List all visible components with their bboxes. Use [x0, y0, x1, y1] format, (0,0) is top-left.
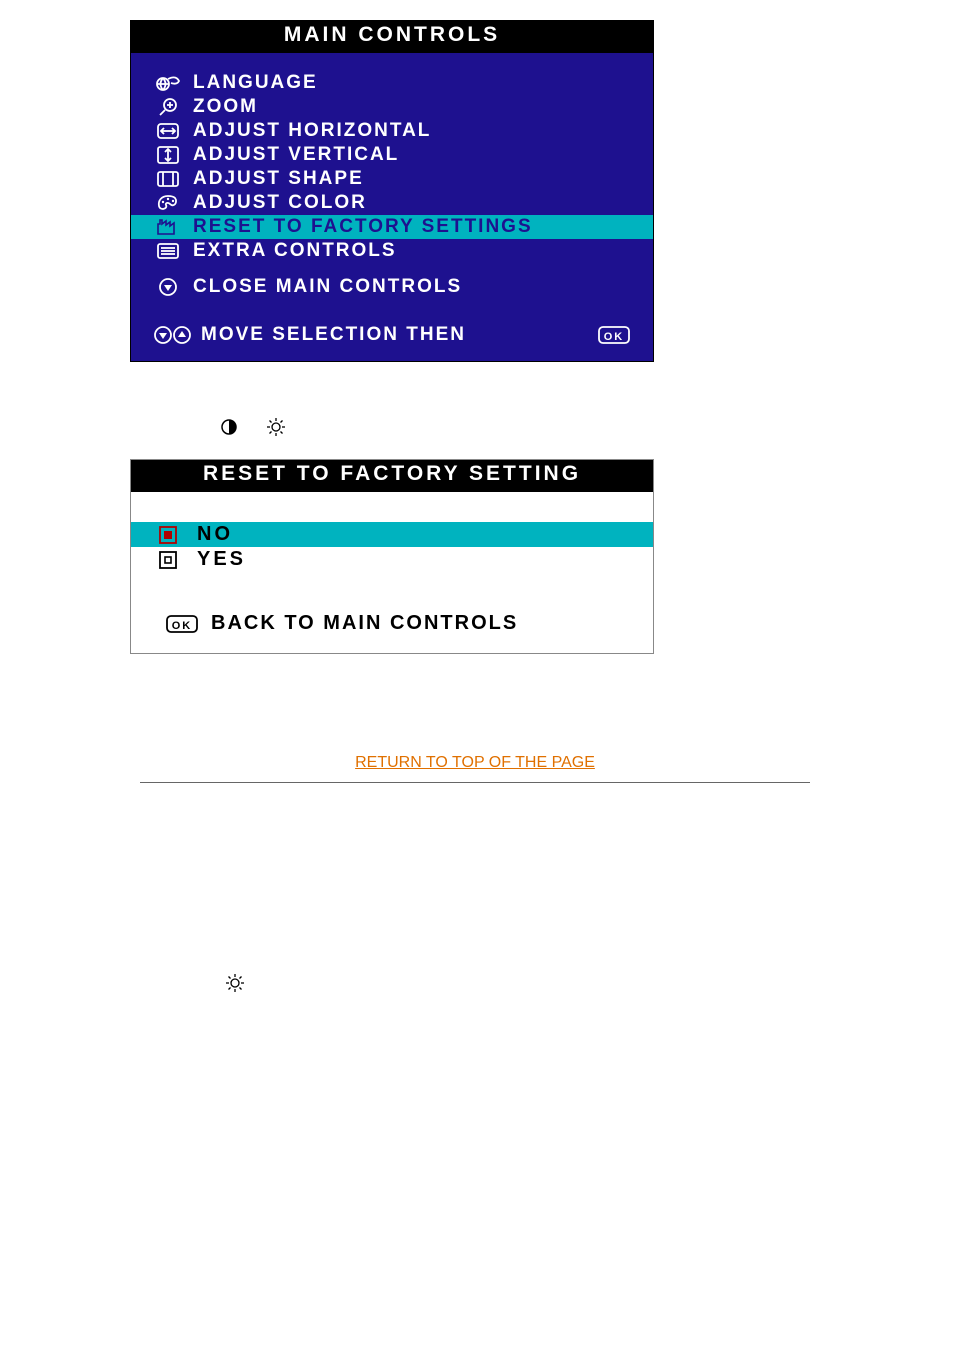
main-controls-footer: MOVE SELECTION THEN OK: [131, 299, 653, 361]
menu-item-adjust-vertical[interactable]: ADJUST VERTICAL: [131, 143, 653, 167]
menu-item-adjust-shape[interactable]: ADJUST SHAPE: [131, 167, 653, 191]
menu-item-reset-factory[interactable]: RESET TO FACTORY SETTINGS: [131, 215, 653, 239]
reset-osd: RESET TO FACTORY SETTING NO YES: [130, 459, 654, 654]
reset-title: RESET TO FACTORY SETTING: [131, 460, 653, 492]
return-link-row: RETURN TO TOP OF THE PAGE: [140, 754, 810, 783]
menu-label: ADJUST HORIZONTAL: [183, 120, 643, 142]
menu-label: LANGUAGE: [183, 72, 643, 94]
factory-icon: [153, 217, 183, 237]
contrast-icon: [220, 418, 238, 436]
menu-label: ZOOM: [183, 96, 643, 118]
horizontal-arrows-icon: [153, 121, 183, 141]
main-controls-body: LANGUAGE ZOOM: [131, 53, 653, 361]
main-controls-osd: MAIN CONTROLS LANGUAGE ZOOM: [130, 20, 654, 362]
ok-icon: OK: [597, 324, 631, 346]
ok-icon: OK: [165, 613, 199, 635]
up-down-icons: [153, 324, 193, 346]
menu-item-extra-controls[interactable]: EXTRA CONTROLS: [131, 239, 653, 263]
stop-outline-icon: [153, 549, 183, 571]
palette-icon: [153, 193, 183, 213]
return-to-top-link[interactable]: RETURN TO TOP OF THE PAGE: [355, 754, 595, 771]
close-down-icon: [153, 276, 183, 298]
option-label: NO: [183, 523, 233, 546]
shape-icon: [153, 169, 183, 189]
brightness-icon: [266, 417, 286, 437]
globe-language-icon: [153, 73, 183, 93]
menu-label: RESET TO FACTORY SETTINGS: [183, 216, 643, 238]
contrast-brightness-icons: [220, 417, 954, 437]
menu-label: ADJUST COLOR: [183, 192, 643, 214]
reset-option-no[interactable]: NO: [131, 522, 653, 547]
reset-option-yes[interactable]: YES: [131, 547, 653, 572]
footer-label: MOVE SELECTION THEN: [193, 324, 581, 346]
menu-item-close[interactable]: CLOSE MAIN CONTROLS: [131, 275, 653, 299]
main-controls-title: MAIN CONTROLS: [131, 21, 653, 53]
menu-item-adjust-horizontal[interactable]: ADJUST HORIZONTAL: [131, 119, 653, 143]
menu-label: EXTRA CONTROLS: [183, 240, 643, 262]
menu-label: ADJUST VERTICAL: [183, 144, 643, 166]
menu-label: ADJUST SHAPE: [183, 168, 643, 190]
menu-item-zoom[interactable]: ZOOM: [131, 95, 653, 119]
list-icon: [153, 241, 183, 261]
menu-item-adjust-color[interactable]: ADJUST COLOR: [131, 191, 653, 215]
option-label: YES: [183, 548, 246, 571]
menu-label: CLOSE MAIN CONTROLS: [183, 276, 643, 298]
vertical-arrows-icon: [153, 145, 183, 165]
menu-item-language[interactable]: LANGUAGE: [131, 71, 653, 95]
reset-footer[interactable]: OK BACK TO MAIN CONTROLS: [131, 572, 653, 653]
footer-label: BACK TO MAIN CONTROLS: [199, 612, 518, 635]
stop-filled-icon: [153, 524, 183, 546]
brightness-icon-standalone: [225, 973, 954, 993]
svg-text:OK: OK: [604, 331, 625, 343]
svg-text:OK: OK: [172, 620, 193, 632]
reset-body: NO YES OK BACK TO MAIN CONTROLS: [131, 492, 653, 653]
magnifier-icon: [153, 96, 183, 118]
